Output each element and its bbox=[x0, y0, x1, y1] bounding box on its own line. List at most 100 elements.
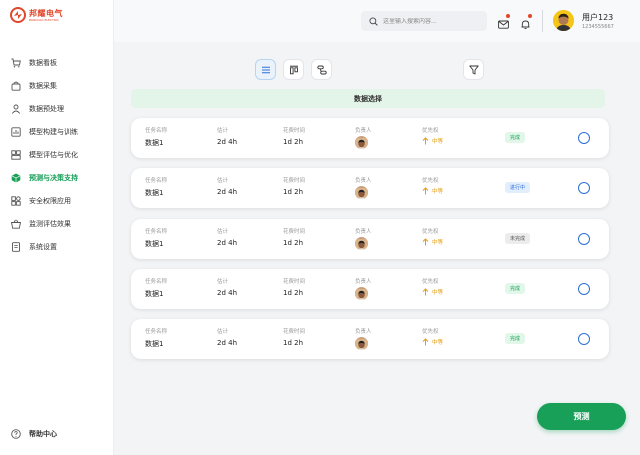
cube-icon bbox=[11, 173, 21, 183]
sidebar-item-label: 数据预处理 bbox=[29, 104, 64, 113]
data-selection-header: 数据选择 bbox=[131, 89, 605, 108]
estimate-header: 估计 bbox=[217, 178, 229, 185]
search-input[interactable] bbox=[383, 17, 483, 25]
user-avatar[interactable] bbox=[553, 10, 574, 31]
search-box[interactable] bbox=[361, 11, 487, 31]
owner-avatar-image bbox=[355, 238, 368, 250]
task-name-header: 任务名称 bbox=[145, 128, 168, 134]
task-name-cell: 任务名称 数据1 bbox=[145, 327, 167, 349]
owner-header: 负责人 bbox=[355, 329, 372, 336]
brand-logo[interactable]: 邦耀电气 BANGYAO ELECTRIC bbox=[10, 7, 63, 23]
priority-cell: 优先权 中等 bbox=[422, 176, 443, 195]
spent-header: 花费时间 bbox=[283, 329, 306, 336]
search-icon bbox=[369, 16, 378, 26]
shapes-icon bbox=[11, 195, 21, 206]
estimate-value: 2d 4h bbox=[217, 138, 238, 146]
owner-cell: 负责人 bbox=[355, 126, 372, 149]
owner-avatar[interactable] bbox=[355, 286, 368, 300]
bag-icon bbox=[11, 81, 21, 91]
sidebar-item-prediction[interactable]: 预测与决策支持 bbox=[0, 166, 114, 189]
user-icon bbox=[11, 104, 21, 114]
sidebar-item-label: 预测与决策支持 bbox=[29, 173, 78, 182]
notification-badge bbox=[528, 14, 532, 18]
task-card[interactable]: 任务名称 数据1 估计 2d 4h 花费时间 1d 2h 负责人 优先权 中等 … bbox=[131, 319, 609, 360]
status-badge: 进行中 bbox=[505, 182, 531, 194]
owner-header: 负责人 bbox=[355, 228, 372, 235]
priority-value: 中等 bbox=[432, 189, 444, 196]
spent-cell: 花费时间 1d 2h bbox=[283, 277, 305, 297]
document-icon bbox=[11, 241, 21, 252]
priority-header: 优先权 bbox=[422, 329, 439, 336]
task-name-header: 任务名称 bbox=[145, 278, 168, 285]
user-id: 1234555667 bbox=[582, 24, 614, 30]
spent-value: 1d 2h bbox=[283, 288, 304, 297]
task-card[interactable]: 任务名称 数据1 估计 2d 4h 花费时间 1d 2h 负责人 优先权 中等 … bbox=[131, 218, 609, 259]
sidebar-item-model-eval[interactable]: 模型评估与优化 bbox=[0, 143, 114, 166]
owner-avatar[interactable] bbox=[355, 136, 368, 149]
chart-icon bbox=[11, 126, 21, 137]
mail-button[interactable] bbox=[498, 14, 510, 29]
user-name: 用户123 bbox=[582, 13, 614, 22]
owner-header: 负责人 bbox=[355, 128, 372, 134]
select-radio[interactable] bbox=[578, 132, 590, 144]
priority-cell: 优先权 中等 bbox=[422, 126, 443, 145]
estimate-value: 2d 4h bbox=[217, 238, 238, 247]
sidebar-item-label: 模型构建与训练 bbox=[29, 127, 78, 136]
board-view-button[interactable] bbox=[283, 59, 304, 80]
estimate-cell: 估计 2d 4h bbox=[217, 277, 237, 297]
task-card[interactable]: 任务名称 数据1 估计 2d 4h 花费时间 1d 2h 负责人 优先权 中等 … bbox=[131, 118, 609, 158]
sidebar-item-monitoring[interactable]: 监测评估效果 bbox=[0, 212, 114, 235]
arrow-up-icon bbox=[422, 338, 429, 346]
sidebar-item-collection[interactable]: 数据采集 bbox=[0, 74, 114, 97]
owner-avatar-image bbox=[355, 339, 368, 351]
sidebar-item-label: 监测评估效果 bbox=[29, 219, 71, 228]
user-avatar-image bbox=[553, 10, 574, 31]
header-divider bbox=[542, 10, 543, 32]
select-radio[interactable] bbox=[578, 232, 590, 245]
task-name: 数据1 bbox=[145, 289, 164, 298]
select-radio[interactable] bbox=[578, 333, 590, 346]
sidebar: 邦耀电气 BANGYAO ELECTRIC 数据看板 数据采集 数据预处理 模型… bbox=[0, 0, 114, 455]
priority-header: 优先权 bbox=[422, 228, 439, 235]
priority-cell: 优先权 中等 bbox=[422, 277, 443, 296]
spent-cell: 花费时间 1d 2h bbox=[283, 126, 305, 146]
notification-button[interactable] bbox=[520, 14, 532, 29]
help-center-label: 帮助中心 bbox=[29, 430, 57, 438]
sidebar-item-model-build[interactable]: 模型构建与训练 bbox=[0, 120, 114, 143]
owner-avatar[interactable] bbox=[355, 236, 368, 250]
sidebar-item-settings[interactable]: 系统设置 bbox=[0, 235, 114, 258]
estimate-header: 估计 bbox=[217, 228, 229, 235]
priority-value: 中等 bbox=[432, 139, 444, 145]
cart-icon bbox=[11, 58, 21, 68]
predict-button[interactable]: 预测 bbox=[537, 403, 626, 430]
task-name-header: 任务名称 bbox=[145, 329, 168, 336]
owner-avatar-image bbox=[355, 138, 368, 149]
sidebar-item-label: 系统设置 bbox=[29, 242, 57, 251]
help-center-link[interactable]: 帮助中心 bbox=[11, 429, 57, 439]
list-view-button[interactable] bbox=[255, 59, 276, 80]
top-bar: 用户123 1234555667 bbox=[114, 0, 640, 42]
task-card[interactable]: 任务名称 数据1 估计 2d 4h 花费时间 1d 2h 负责人 优先权 中等 … bbox=[131, 268, 609, 309]
priority-value: 中等 bbox=[432, 239, 444, 246]
sidebar-item-preprocess[interactable]: 数据预处理 bbox=[0, 97, 114, 120]
task-card[interactable]: 任务名称 数据1 估计 2d 4h 花费时间 1d 2h 负责人 优先权 中等 … bbox=[131, 168, 609, 209]
task-name-header: 任务名称 bbox=[145, 178, 168, 185]
select-radio[interactable] bbox=[578, 182, 590, 195]
section-title: 数据选择 bbox=[354, 94, 382, 103]
owner-avatar[interactable] bbox=[355, 337, 368, 351]
task-name-cell: 任务名称 数据1 bbox=[145, 277, 167, 299]
help-icon bbox=[11, 429, 21, 439]
sidebar-item-dashboard[interactable]: 数据看板 bbox=[0, 51, 114, 74]
arrow-up-icon bbox=[422, 137, 429, 145]
basket-icon bbox=[11, 219, 21, 229]
arrow-up-icon bbox=[422, 187, 429, 195]
spent-header: 花费时间 bbox=[283, 178, 306, 185]
filter-button[interactable] bbox=[463, 59, 484, 80]
estimate-cell: 估计 2d 4h bbox=[217, 327, 237, 347]
arrow-up-icon bbox=[422, 237, 429, 246]
sidebar-item-security[interactable]: 安全权限应用 bbox=[0, 189, 114, 212]
select-radio[interactable] bbox=[578, 282, 590, 295]
estimate-header: 估计 bbox=[217, 278, 229, 285]
flow-view-button[interactable] bbox=[311, 59, 332, 80]
owner-avatar[interactable] bbox=[355, 186, 368, 200]
